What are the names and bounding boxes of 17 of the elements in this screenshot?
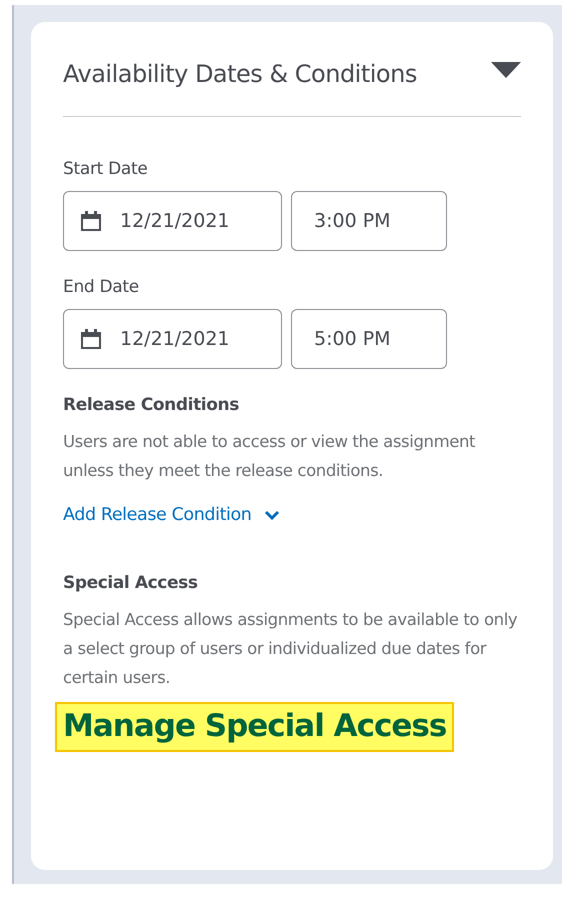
panel-title: Availability Dates & Conditions <box>63 60 417 88</box>
calendar-icon <box>80 328 102 350</box>
section-heading: Release Conditions <box>63 395 240 415</box>
collapse-caret-icon[interactable] <box>491 62 521 78</box>
section-description: Users are not able to access or view the assignment unless they meet the release conditions. <box>63 431 476 482</box>
time-input[interactable]: 5:00 PM <box>291 309 447 369</box>
section-heading: Special Access <box>63 573 199 593</box>
section-description: Special Access allows assignments to be available to only a select group of users or individualized due dates for certain users. <box>63 609 518 689</box>
time-input[interactable]: 3:00 PM <box>291 191 447 251</box>
calendar-icon <box>80 210 102 232</box>
manage-special-access-link[interactable]: Manage Special Access <box>55 702 454 752</box>
date-input[interactable]: 12/21/2021 <box>63 309 282 369</box>
field-label: Start Date <box>63 159 149 179</box>
field-label: End Date <box>63 277 140 297</box>
add-release-condition-link[interactable]: Add Release Condition <box>63 505 280 525</box>
date-input[interactable]: 12/21/2021 <box>63 191 282 251</box>
chevron-down-icon <box>264 510 280 520</box>
